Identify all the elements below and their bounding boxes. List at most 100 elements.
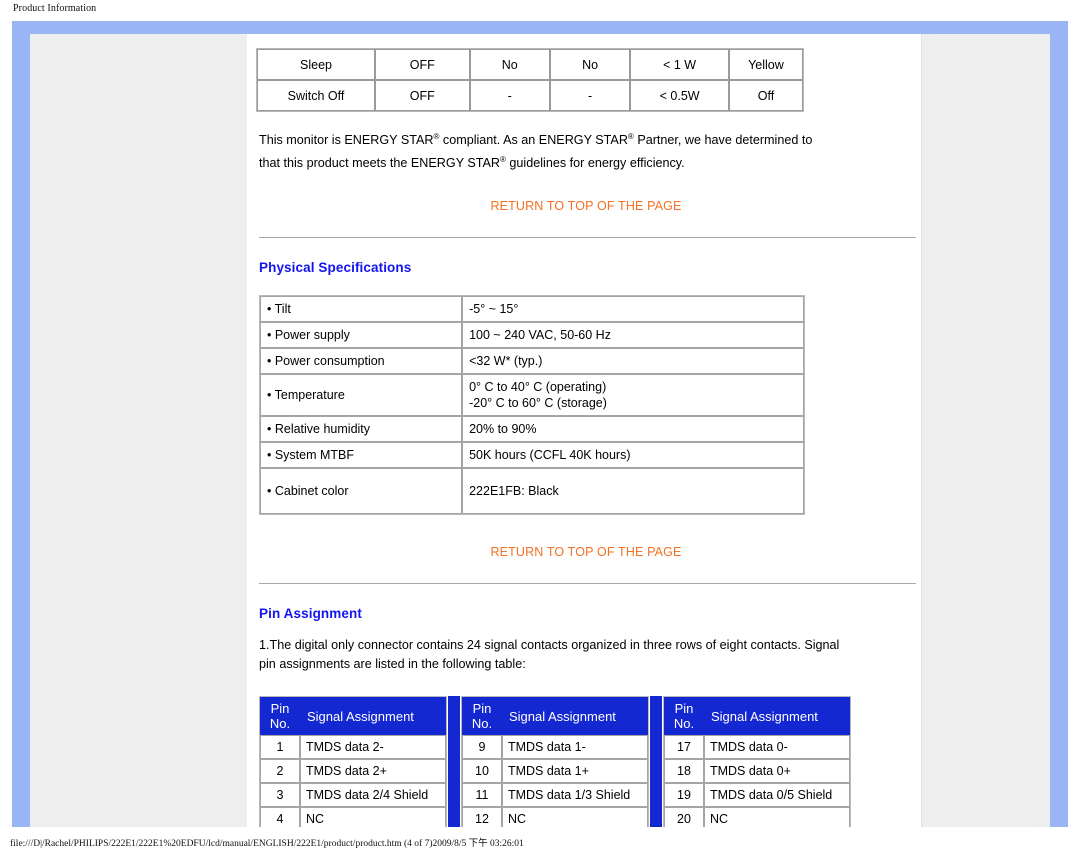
pin-no-line-1: Pin — [270, 701, 290, 717]
energy-star-text-5: guidelines for energy efficiency. — [505, 156, 685, 171]
table-row: 20 NC — [664, 807, 850, 827]
spec-label: • System MTBF — [260, 442, 463, 469]
energy-star-text-1: This monitor is ENERGY STAR — [259, 133, 434, 148]
print-footer-path: file:///D|/Rachel/PHILIPS/222E1/222E1%20… — [10, 839, 524, 849]
table-row: 18 TMDS data 0+ — [664, 759, 850, 784]
table-row: 10 TMDS data 1+ — [462, 759, 648, 784]
pin-number-cell: 4 — [260, 807, 300, 827]
table-row: 3 TMDS data 2/4 Shield — [260, 783, 446, 808]
pin-number-cell: 20 — [664, 807, 704, 827]
pin-assignment-intro: 1.The digital only connector contains 24… — [259, 636, 859, 674]
spec-value: 0° C to 40° C (operating) -20° C to 60° … — [462, 374, 804, 417]
return-to-top-container-2: RETURN TO TOP OF THE PAGE — [256, 543, 916, 561]
spec-value: 20% to 90% — [462, 416, 804, 443]
pin-number-cell: 17 — [664, 735, 704, 760]
table-header-row: Pin No. Signal Assignment — [664, 697, 850, 736]
pin-number-cell: 9 — [462, 735, 502, 760]
pin-table-1: Pin No. Signal Assignment 1 TMDS data 2- … — [259, 696, 447, 827]
pin-no-header: Pin No. — [260, 697, 300, 736]
power-hsync-cell: OFF — [374, 49, 470, 80]
table-row: 17 TMDS data 0- — [664, 735, 850, 760]
table-row: Switch Off OFF - - < 0.5W Off — [257, 80, 803, 111]
pin-signal-cell: TMDS data 0- — [703, 735, 850, 760]
pin-number-cell: 18 — [664, 759, 704, 784]
energy-star-text-2: compliant. As an ENERGY STAR — [439, 133, 628, 148]
return-to-top-link[interactable]: RETURN TO TOP OF THE PAGE — [490, 545, 681, 559]
pin-signal-cell: TMDS data 1+ — [501, 759, 648, 784]
pin-signal-cell: TMDS data 1/3 Shield — [501, 783, 648, 808]
physical-specifications-heading: Physical Specifications — [259, 260, 412, 276]
power-led-cell: Off — [728, 80, 803, 111]
table-header-row: Pin No. Signal Assignment — [462, 697, 648, 736]
right-margin-inner — [930, 34, 1036, 827]
signal-assignment-header: Signal Assignment — [501, 697, 648, 736]
power-mode-cell: Sleep — [257, 49, 375, 80]
section-divider — [259, 237, 916, 239]
table-row: 2 TMDS data 2+ — [260, 759, 446, 784]
power-led-cell: Yellow — [728, 49, 803, 80]
pin-number-cell: 19 — [664, 783, 704, 808]
signal-assignment-header: Signal Assignment — [299, 697, 446, 736]
pin-table-separator — [448, 696, 460, 827]
return-to-top-link[interactable]: RETURN TO TOP OF THE PAGE — [490, 199, 681, 213]
section-divider — [259, 583, 916, 585]
pin-signal-cell: TMDS data 0/5 Shield — [703, 783, 850, 808]
power-hsync-cell: OFF — [374, 80, 470, 111]
energy-star-paragraph: This monitor is ENERGY STAR® compliant. … — [259, 127, 819, 173]
pin-signal-cell: TMDS data 2+ — [299, 759, 446, 784]
table-row: 19 TMDS data 0/5 Shield — [664, 783, 850, 808]
pin-no-line-1: Pin — [472, 701, 492, 717]
pin-signal-cell: TMDS data 0+ — [703, 759, 850, 784]
left-sidebar-panel — [30, 34, 248, 827]
spec-label: • Cabinet color — [260, 468, 463, 515]
spec-label: • Power consumption — [260, 348, 463, 375]
spec-label: • Relative humidity — [260, 416, 463, 443]
pin-table-3: Pin No. Signal Assignment 17 TMDS data 0-… — [663, 696, 851, 827]
power-video-cell: - — [549, 80, 631, 111]
table-row: • Tilt -5° ~ 15° — [260, 296, 804, 323]
power-mode-cell: Switch Off — [257, 80, 375, 111]
table-row: • System MTBF 50K hours (CCFL 40K hours) — [260, 442, 804, 469]
spec-value: 100 ~ 240 VAC, 50-60 Hz — [462, 322, 804, 349]
pin-signal-cell: TMDS data 2- — [299, 735, 446, 760]
power-management-table: Sleep OFF No No < 1 W Yellow Switch Off … — [256, 48, 804, 112]
pin-no-line-2: No. — [471, 716, 493, 732]
pin-assignment-heading: Pin Assignment — [259, 606, 362, 622]
table-row: • Temperature 0° C to 40° C (operating) … — [260, 374, 804, 417]
table-header-row: Pin No. Signal Assignment — [260, 697, 446, 736]
spec-value: -5° ~ 15° — [462, 296, 804, 323]
power-used-cell: < 1 W — [630, 49, 729, 80]
table-row: 9 TMDS data 1- — [462, 735, 648, 760]
table-row: • Power consumption <32 W* (typ.) — [260, 348, 804, 375]
print-header-title: Product Information — [13, 3, 97, 14]
pin-intro-line-2: assignments are listed in the following … — [279, 657, 526, 672]
table-row: 12 NC — [462, 807, 648, 827]
pin-signal-cell: TMDS data 1- — [501, 735, 648, 760]
signal-assignment-header: Signal Assignment — [703, 697, 850, 736]
table-row: Sleep OFF No No < 1 W Yellow — [257, 49, 803, 80]
spec-value: <32 W* (typ.) — [462, 348, 804, 375]
power-vsync-cell: No — [469, 49, 550, 80]
table-row: 4 NC — [260, 807, 446, 827]
spec-value: 222E1FB: Black — [462, 468, 804, 515]
pin-no-line-2: No. — [269, 716, 291, 732]
main-content-column: Sleep OFF No No < 1 W Yellow Switch Off … — [249, 34, 919, 827]
pin-signal-cell: NC — [299, 807, 446, 827]
pin-no-header: Pin No. — [462, 697, 502, 736]
physical-specifications-table: • Tilt -5° ~ 15° • Power supply 100 ~ 24… — [259, 295, 805, 516]
table-row: • Power supply 100 ~ 240 VAC, 50-60 Hz — [260, 322, 804, 349]
page-frame: Sleep OFF No No < 1 W Yellow Switch Off … — [12, 21, 1068, 827]
pin-signal-cell: NC — [501, 807, 648, 827]
spec-label: • Temperature — [260, 374, 463, 417]
power-video-cell: No — [549, 49, 631, 80]
table-row: • Relative humidity 20% to 90% — [260, 416, 804, 443]
table-row: • Cabinet color 222E1FB: Black — [260, 468, 804, 515]
table-row: 1 TMDS data 2- — [260, 735, 446, 760]
pin-no-line-1: Pin — [674, 701, 694, 717]
power-used-cell: < 0.5W — [630, 80, 729, 111]
pin-signal-cell: TMDS data 2/4 Shield — [299, 783, 446, 808]
pin-no-line-2: No. — [673, 716, 695, 732]
spec-label: • Tilt — [260, 296, 463, 323]
pin-table-separator — [650, 696, 662, 827]
pin-number-cell: 2 — [260, 759, 300, 784]
